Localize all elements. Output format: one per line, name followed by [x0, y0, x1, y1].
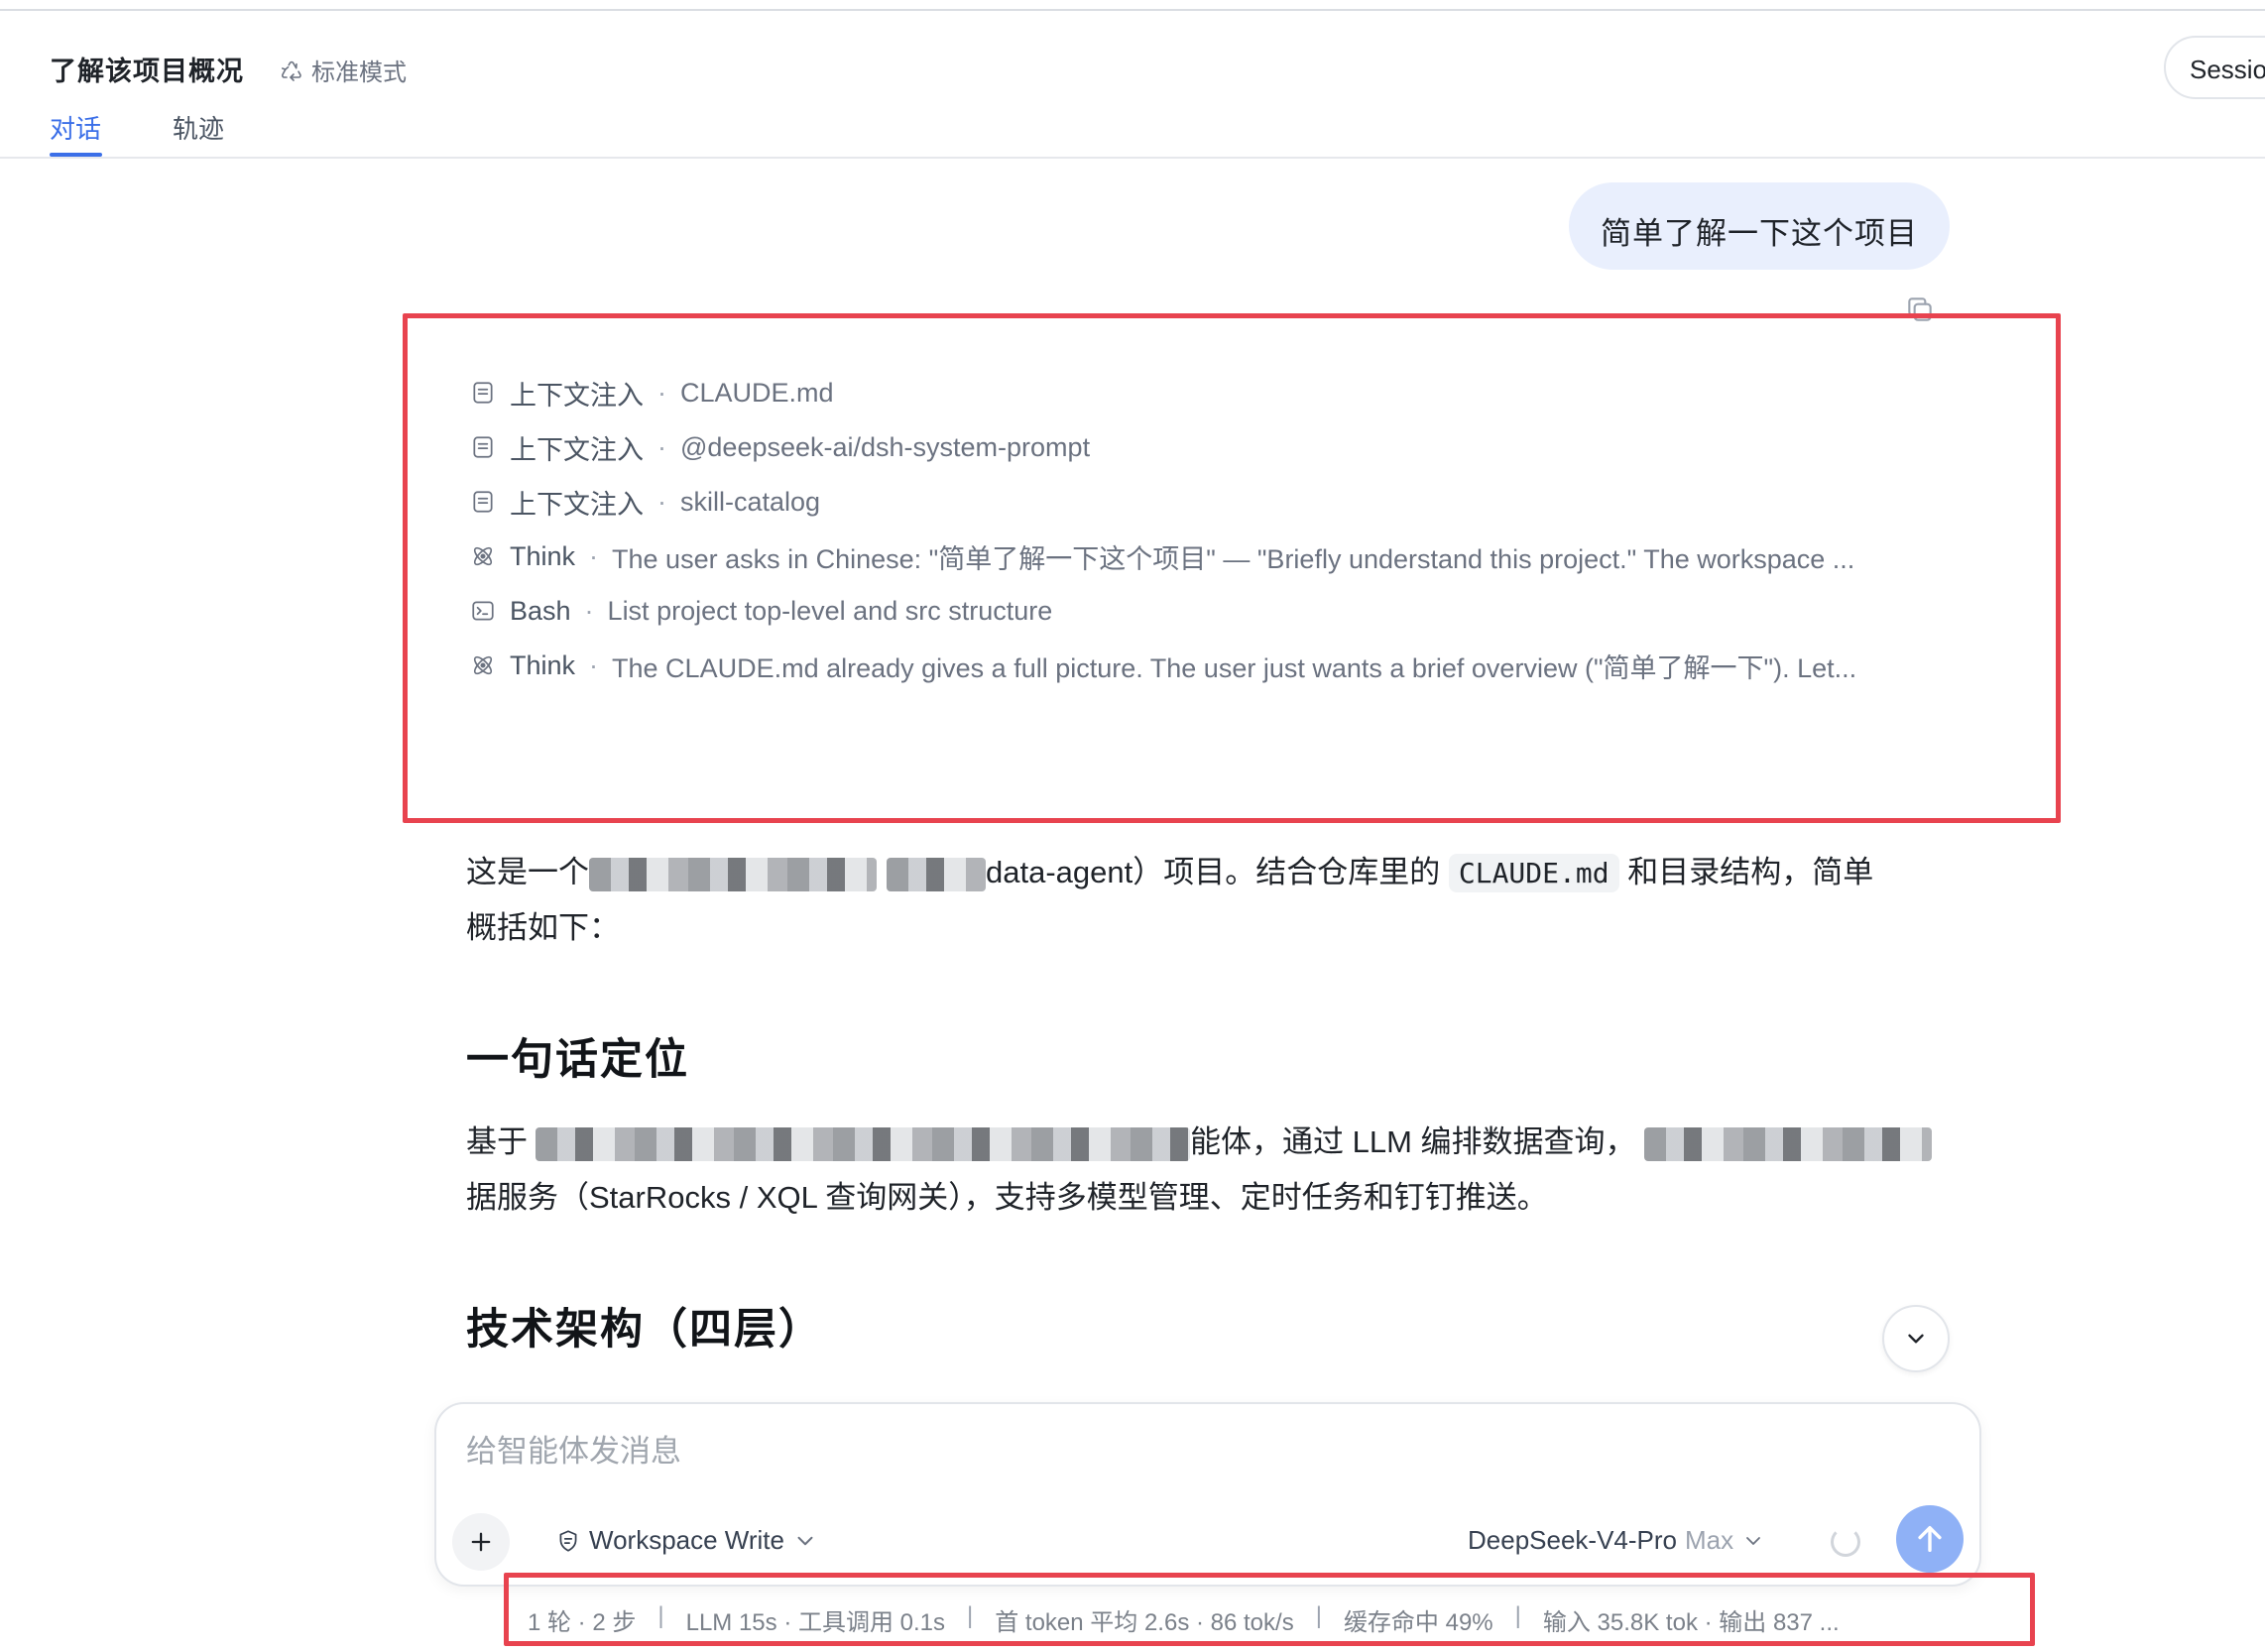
top-divider	[0, 9, 2265, 11]
redacted-text	[1643, 1126, 1932, 1161]
answer-intro-line1: 这是一个 data-agent）项目。结合仓库里的 CLAUDE.md 和目录结构…	[466, 845, 1873, 901]
message-input[interactable]	[466, 1434, 1854, 1470]
model-select[interactable]: DeepSeek-V4-Pro Max	[1468, 1525, 1765, 1556]
chevron-down-icon	[1908, 1334, 1924, 1344]
permission-select[interactable]: Workspace Write	[555, 1525, 818, 1556]
page-title: 了解该项目概况	[50, 57, 244, 86]
section-heading: 技术架构（四层）	[466, 1306, 823, 1354]
mode-indicator[interactable]: 标准模式	[280, 53, 407, 87]
send-button[interactable]	[1896, 1505, 1964, 1573]
redacted-text	[589, 857, 877, 891]
answer-p1-line1: 基于 能体，通过 LLM 编排数据查询，	[466, 1115, 1932, 1170]
redacted-text	[536, 1126, 1190, 1161]
chevron-down-icon	[1746, 1536, 1761, 1545]
annotation-highlight-steps	[403, 313, 2061, 823]
tab-chat[interactable]: 对话	[50, 109, 101, 146]
answer-intro-line2: 概括如下：	[466, 910, 620, 945]
user-message-bubble: 简单了解一下这个项目	[1569, 182, 1950, 270]
recycle-icon	[281, 60, 301, 81]
message-composer	[434, 1402, 1981, 1587]
answer-p1-line2: 据服务（StarRocks / XQL 查询网关），支持多模型管理、定时任务和钉…	[466, 1180, 1548, 1215]
permission-label: Workspace Write	[589, 1525, 784, 1555]
intro-visible: data-agent）项目。结合仓库里的	[986, 855, 1441, 889]
plus-icon	[471, 1532, 491, 1552]
model-label: DeepSeek-V4-Pro	[1468, 1525, 1677, 1555]
p1-middle: 能体，通过 LLM 编排数据查询，	[1190, 1124, 1636, 1159]
inline-code: CLAUDE.md	[1448, 854, 1619, 892]
arrow-up-icon	[1918, 1525, 1942, 1553]
annotation-highlight-stats	[504, 1573, 2035, 1646]
loading-spinner-icon	[1831, 1527, 1860, 1557]
header-divider	[0, 157, 2265, 159]
model-tier: Max	[1685, 1525, 1734, 1555]
session-button[interactable]: Sessio	[2164, 36, 2265, 99]
redacted-text	[887, 857, 986, 891]
intro-prefix: 这是一个	[466, 855, 589, 889]
add-attachment-button[interactable]	[452, 1513, 510, 1571]
scroll-to-bottom-button[interactable]	[1882, 1305, 1950, 1372]
p1-prefix: 基于	[466, 1124, 528, 1159]
intro-suffix: 和目录结构，简单	[1627, 855, 1874, 889]
mode-label: 标准模式	[311, 59, 407, 86]
shield-icon	[559, 1529, 577, 1552]
section-heading: 一句话定位	[466, 1036, 689, 1084]
chevron-down-icon	[797, 1536, 813, 1545]
tab-trace[interactable]: 轨迹	[173, 109, 224, 146]
